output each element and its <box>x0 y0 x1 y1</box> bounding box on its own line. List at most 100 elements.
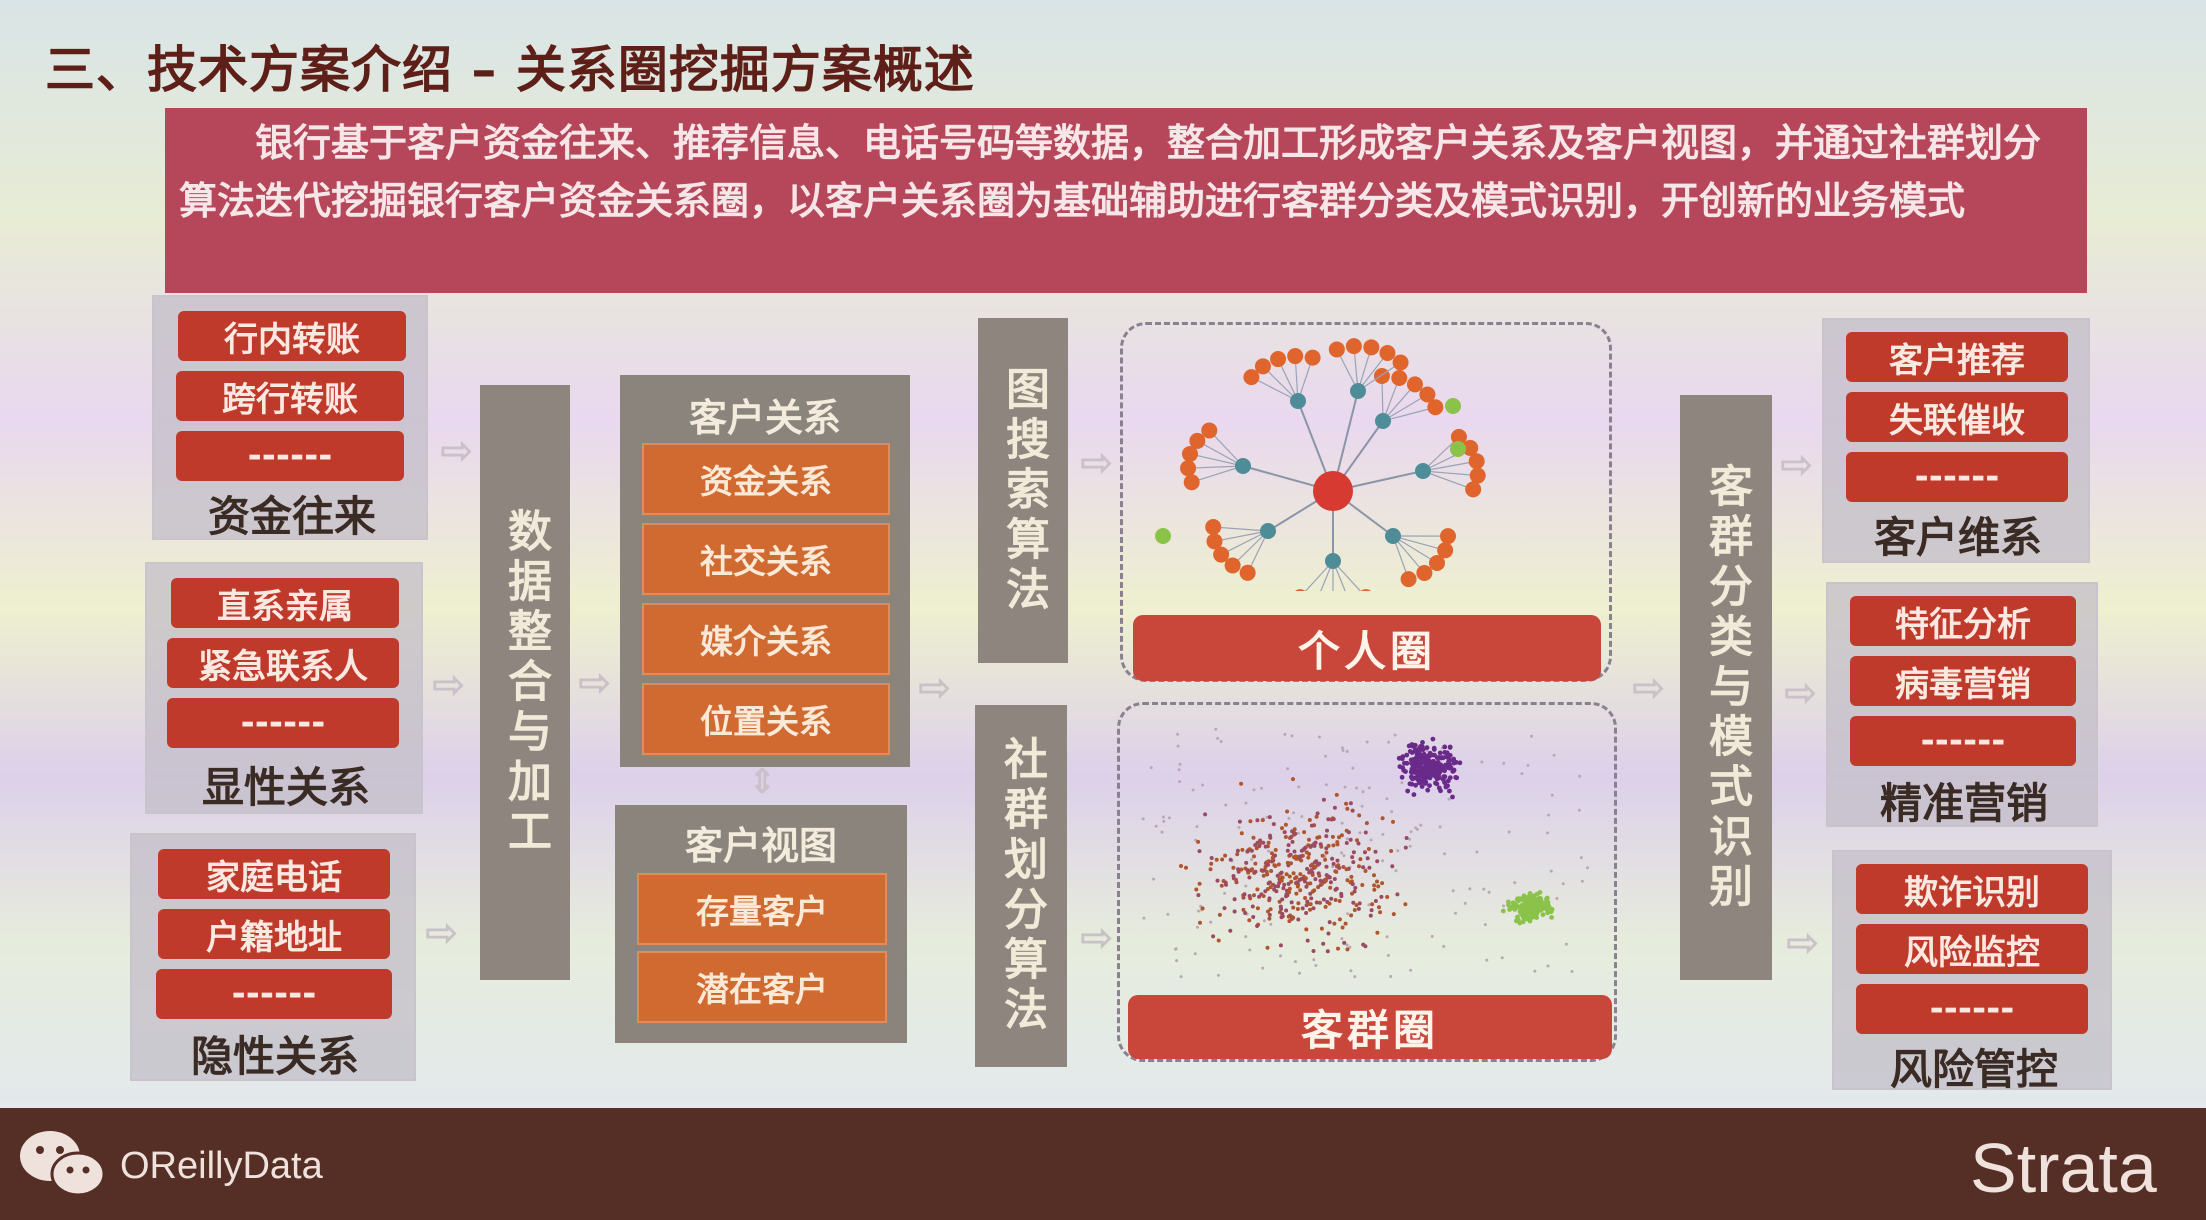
scatter-point <box>1283 835 1288 839</box>
scatter-point <box>1407 749 1413 754</box>
scatter-point <box>1223 853 1228 858</box>
scatter-point <box>1349 969 1353 973</box>
scatter-point <box>1285 893 1290 898</box>
network-hub <box>1313 471 1353 511</box>
scatter-point <box>1321 897 1326 902</box>
scatter-point <box>1377 905 1381 910</box>
scatter-point <box>1318 842 1323 847</box>
scatter-point <box>1390 810 1394 814</box>
scatter-point <box>1299 877 1304 881</box>
scatter-point <box>1457 760 1463 766</box>
scatter-point <box>1219 740 1223 743</box>
scatter-point <box>1341 746 1344 750</box>
scatter-point <box>1197 881 1202 886</box>
graph-search-algorithm-bar: 图搜索算法 <box>978 318 1068 663</box>
scatter-point <box>1443 852 1446 856</box>
scatter-point <box>1381 859 1385 863</box>
scatter-point <box>1337 866 1342 870</box>
scatter-point <box>1313 877 1318 882</box>
scatter-point <box>1332 805 1337 810</box>
scatter-point <box>1350 882 1355 887</box>
scatter-point <box>1365 856 1370 861</box>
scatter-point <box>1351 860 1356 865</box>
network-edge <box>1382 406 1436 422</box>
scatter-point <box>1513 881 1517 885</box>
network-node <box>1439 528 1456 545</box>
network-node <box>1304 349 1321 366</box>
network-edge <box>1189 453 1244 467</box>
scatter-point <box>1232 897 1237 902</box>
scatter-point <box>1485 958 1489 962</box>
scatter-point <box>1434 781 1440 787</box>
relation-item: 媒介关系 <box>642 603 890 675</box>
scatter-point <box>1360 883 1365 887</box>
scatter-point <box>1430 934 1434 938</box>
scatter-point <box>1323 878 1328 883</box>
scatter-point <box>1375 879 1379 884</box>
output-item: 欺诈识别 <box>1856 864 2088 914</box>
scatter-point <box>1260 786 1263 790</box>
scatter-point <box>1293 854 1298 859</box>
scatter-point <box>1372 883 1377 888</box>
scatter-point <box>1253 869 1258 874</box>
scatter-point <box>1390 864 1395 869</box>
scatter-point <box>1356 906 1361 911</box>
scatter-point <box>1287 886 1292 891</box>
scatter-point <box>1312 888 1317 893</box>
scatter-point <box>1411 792 1417 797</box>
network-node <box>1379 344 1396 361</box>
scatter-point <box>1245 868 1250 873</box>
scatter-point <box>1267 815 1272 820</box>
scatter-point <box>1375 859 1380 864</box>
scatter-point <box>1412 763 1418 768</box>
network-node <box>1328 341 1345 358</box>
scatter-point <box>1315 811 1320 816</box>
scatter-point <box>1237 825 1241 829</box>
scatter-point <box>1483 923 1487 927</box>
scatter-point <box>1342 940 1347 945</box>
scatter-point <box>1286 843 1291 848</box>
scatter-point <box>1252 893 1256 898</box>
scatter-point <box>1324 783 1328 787</box>
scatter-point <box>1243 911 1248 915</box>
scatter-point <box>1306 881 1310 886</box>
input-group-funds: 行内转账 跨行转账 ------ 资金往来 <box>152 295 428 541</box>
scatter-point <box>1341 749 1345 752</box>
scatter-point <box>1546 831 1549 835</box>
scatter-point <box>1414 754 1420 760</box>
scatter-point <box>1267 912 1272 917</box>
view-item: 潜在客户 <box>637 951 887 1023</box>
scatter-point <box>1531 914 1537 920</box>
community-detection-algorithm-bar: 社群划分算法 <box>975 705 1067 1067</box>
scatter-point <box>1424 759 1430 765</box>
arrow-icon: ⇨ <box>578 660 612 706</box>
scatter-point <box>1427 750 1433 756</box>
scatter-point <box>1344 867 1349 872</box>
scatter-point <box>1228 857 1233 862</box>
scatter-point <box>1176 732 1180 736</box>
scatter-point <box>1414 770 1420 776</box>
scatter-point <box>1257 894 1262 899</box>
scatter-point <box>1507 830 1511 834</box>
scatter-point <box>1533 969 1537 973</box>
scatter-point <box>1236 867 1241 872</box>
scatter-point <box>1323 857 1328 862</box>
scatter-point <box>1209 856 1214 860</box>
scatter-point <box>1345 837 1349 841</box>
scatter-point <box>1379 894 1384 899</box>
scatter-point <box>1363 830 1368 835</box>
scatter-point <box>1323 904 1328 909</box>
output-group-risk: 欺诈识别 风险监控 ------ 风险管控 <box>1832 850 2112 1094</box>
output-item: 客户推荐 <box>1846 332 2068 382</box>
output-group-label: 精准营销 <box>1879 779 2048 828</box>
scatter-point <box>1403 902 1408 907</box>
scatter-point <box>1586 866 1589 870</box>
scatter-point <box>1175 959 1179 963</box>
scatter-point <box>1312 958 1316 962</box>
scatter-point <box>1353 885 1358 890</box>
scatter-point <box>1160 830 1164 834</box>
scatter-point <box>1250 867 1255 872</box>
scatter-point <box>1264 869 1269 874</box>
scatter-point <box>1333 898 1338 902</box>
scatter-point <box>1404 752 1410 758</box>
